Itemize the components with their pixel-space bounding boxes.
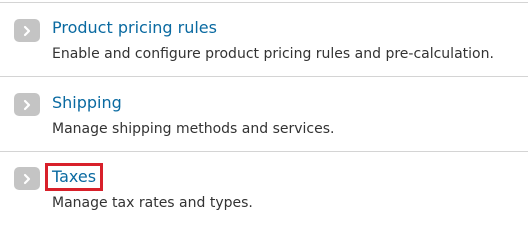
chevron-right-icon — [23, 25, 31, 36]
list-item-product-pricing-rules: Product pricing rules Enable and configu… — [0, 0, 528, 78]
admin-config-list: Product pricing rules Enable and configu… — [0, 0, 528, 232]
item-description: Manage shipping methods and services. — [52, 121, 335, 137]
expand-button[interactable] — [14, 19, 40, 42]
list-item-taxes: Taxes Manage tax rates and types. — [0, 151, 528, 232]
product-pricing-rules-link[interactable]: Product pricing rules — [52, 18, 217, 38]
expand-button[interactable] — [14, 167, 40, 190]
list-item-shipping: Shipping Manage shipping methods and ser… — [0, 77, 528, 152]
item-description: Enable and configure product pricing rul… — [52, 46, 494, 62]
taxes-link[interactable]: Taxes — [44, 163, 104, 191]
chevron-right-icon — [23, 173, 31, 184]
chevron-right-icon — [23, 99, 31, 110]
expand-button[interactable] — [14, 93, 40, 116]
item-description: Manage tax rates and types. — [52, 195, 253, 211]
shipping-link[interactable]: Shipping — [52, 93, 122, 113]
